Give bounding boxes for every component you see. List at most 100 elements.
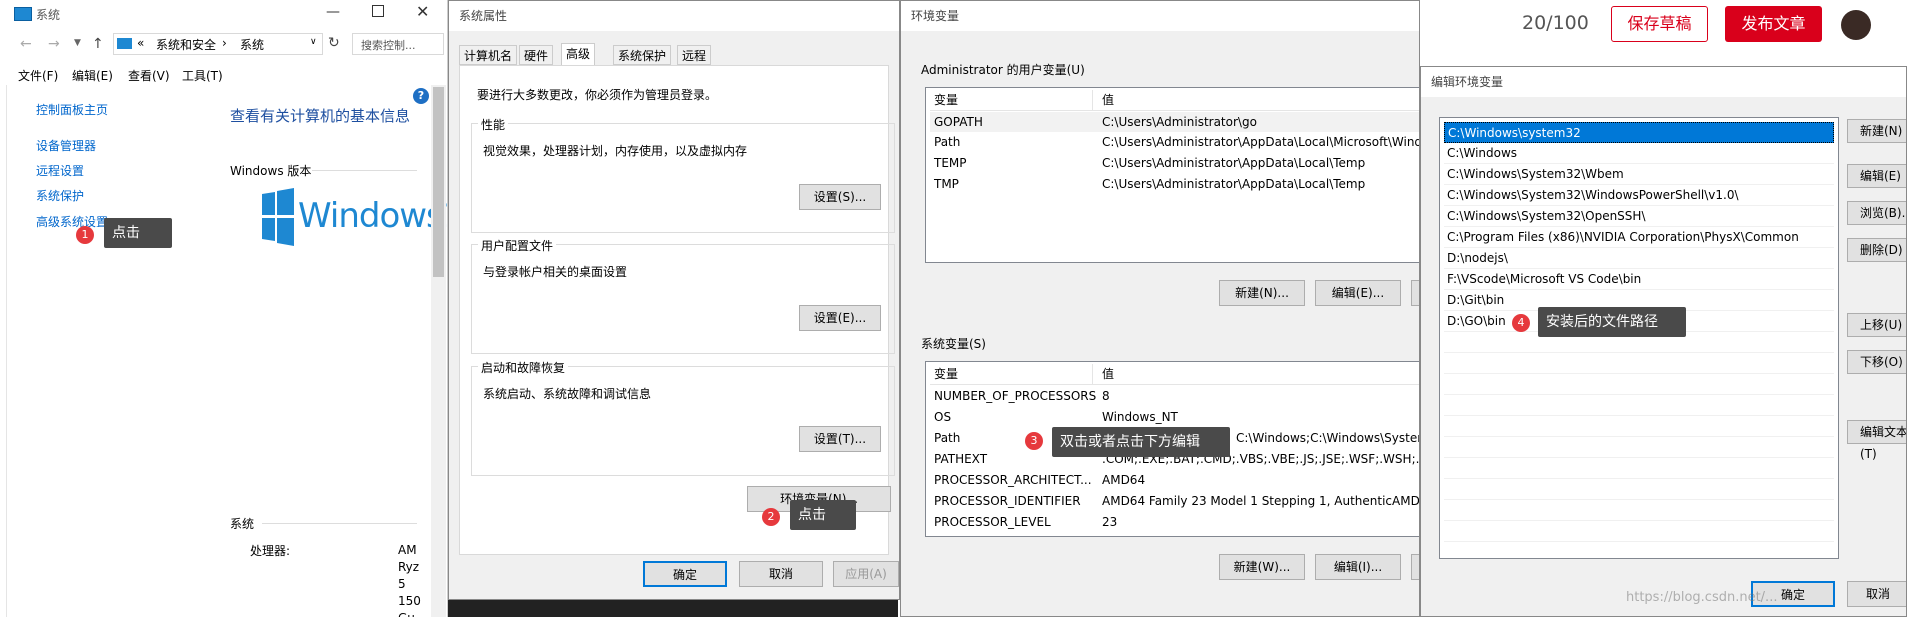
close-button[interactable]: ✕	[416, 2, 429, 21]
list-item-empty[interactable]	[1444, 479, 1834, 500]
maximize-button[interactable]	[372, 5, 384, 17]
word-count: 20/100	[1522, 12, 1589, 34]
minimize-button[interactable]: —	[326, 4, 340, 20]
system-new-button[interactable]: 新建(W)...	[1219, 554, 1305, 580]
table-row[interactable]: GOPATH C:\Users\Administrator\go	[930, 112, 1419, 132]
address-bar[interactable]: « 系统和安全 › 系统 ∨	[113, 33, 323, 55]
new-path-button[interactable]: 新建(N)	[1847, 119, 1906, 143]
performance-settings-button[interactable]: 设置(S)...	[799, 184, 881, 210]
list-item-empty[interactable]	[1444, 353, 1834, 374]
cancel-button[interactable]: 取消	[739, 561, 823, 587]
user-vars-table[interactable]: 变量 值 GOPATH C:\Users\Administrator\go Pa…	[925, 87, 1419, 263]
up-arrow-icon[interactable]: ↑	[92, 36, 104, 52]
tab-advanced[interactable]: 高级	[561, 43, 596, 65]
vertical-scrollbar[interactable]	[431, 85, 446, 617]
table-row[interactable]: Path C:\Users\Administrator\AppData\Loca…	[930, 132, 1419, 152]
tab-computer-name[interactable]: 计算机名	[459, 45, 518, 65]
profile-group	[471, 244, 895, 354]
profile-settings-button[interactable]: 设置(E)...	[799, 305, 881, 331]
refresh-icon[interactable]: ↻	[328, 35, 340, 51]
system-delete-button[interactable]	[1411, 554, 1419, 580]
list-item[interactable]: F:\VScode\Microsoft VS Code\bin	[1444, 269, 1834, 290]
edit-path-button[interactable]: 编辑(E)	[1847, 164, 1906, 188]
col-variable[interactable]: 变量	[934, 364, 958, 384]
performance-label: 性能	[478, 116, 509, 133]
breadcrumb-system[interactable]: 系统	[240, 36, 264, 53]
menu-tools[interactable]: 工具(T)	[182, 67, 223, 84]
system-edit-button[interactable]: 编辑(I)...	[1315, 554, 1401, 580]
sidebar-home[interactable]: 控制面板主页	[36, 101, 108, 118]
tab-hardware[interactable]: 硬件	[519, 45, 554, 65]
list-item[interactable]: C:\Program Files (x86)\NVIDIA Corporatio…	[1444, 227, 1834, 248]
user-edit-button[interactable]: 编辑(E)...	[1315, 280, 1401, 306]
table-header: 变量 值	[930, 364, 1419, 385]
edit-text-button[interactable]: 编辑文本(T)	[1847, 420, 1906, 461]
list-item-empty[interactable]	[1444, 437, 1834, 458]
sidebar-item-remote[interactable]: 远程设置	[36, 162, 84, 179]
avatar[interactable]	[1841, 10, 1871, 40]
breadcrumb-overflow[interactable]: «	[137, 36, 144, 50]
col-value[interactable]: 值	[1102, 364, 1114, 384]
scrollbar-thumb[interactable]	[433, 87, 444, 277]
list-item[interactable]: C:\Windows\System32\WindowsPowerShell\v1…	[1444, 185, 1834, 206]
delete-button[interactable]: 删除(D)	[1847, 238, 1906, 262]
move-up-button[interactable]: 上移(U)	[1847, 313, 1906, 337]
search-placeholder: 搜索控制...	[361, 39, 416, 52]
table-row[interactable]: TEMP C:\Users\Administrator\AppData\Loca…	[930, 153, 1419, 173]
annotation-label-2: 点击	[790, 500, 856, 530]
help-icon[interactable]: ?	[413, 88, 429, 104]
list-item[interactable]: C:\Windows	[1444, 143, 1834, 164]
table-row[interactable]: PROCESSOR_IDENTIFIER AMD64 Family 23 Mod…	[930, 491, 1419, 511]
save-draft-button[interactable]: 保存草稿	[1611, 6, 1708, 42]
list-item[interactable]: C:\Windows\System32\OpenSSH\	[1444, 206, 1834, 227]
col-variable[interactable]: 变量	[934, 90, 958, 110]
tab-system-protection[interactable]: 系统保护	[613, 45, 672, 65]
watermark: https://blog.csdn.net/...	[1626, 590, 1778, 605]
list-item[interactable]: D:\nodejs\	[1444, 248, 1834, 269]
menu-view[interactable]: 查看(V)	[128, 67, 170, 84]
breadcrumb-security[interactable]: 系统和安全	[156, 36, 216, 53]
windows-logo-text: Windows10	[298, 196, 447, 236]
menu-edit[interactable]: 编辑(E)	[72, 67, 113, 84]
user-delete-button[interactable]	[1411, 280, 1419, 306]
edition-line	[312, 170, 417, 171]
profile-label: 用户配置文件	[478, 237, 557, 254]
table-row[interactable]: PROCESSOR_LEVEL 23	[930, 512, 1419, 532]
dialog-title: 环境变量	[911, 9, 960, 23]
sidebar-item-device-manager[interactable]: 设备管理器	[36, 137, 96, 154]
list-item-empty[interactable]	[1444, 395, 1834, 416]
user-new-button[interactable]: 新建(N)...	[1219, 280, 1305, 306]
table-row[interactable]: TMP C:\Users\Administrator\AppData\Local…	[930, 174, 1419, 194]
table-row[interactable]: OS Windows_NT	[930, 407, 1419, 427]
table-row[interactable]: PROCESSOR_ARCHITECT... AMD64	[930, 470, 1419, 490]
col-divider	[1092, 364, 1093, 384]
list-item[interactable]: C:\Windows\System32\Wbem	[1444, 164, 1834, 185]
sidebar-item-protection[interactable]: 系统保护	[36, 187, 84, 204]
sidebar-item-advanced[interactable]: 高级系统设置	[36, 213, 108, 230]
publish-button[interactable]: 发布文章	[1725, 6, 1822, 42]
startup-label: 启动和故障恢复	[478, 359, 569, 376]
back-arrow-icon[interactable]: ←	[20, 36, 32, 52]
search-box[interactable]: 搜索控制...	[352, 33, 444, 55]
startup-settings-button[interactable]: 设置(T)...	[799, 426, 881, 452]
list-item-empty[interactable]	[1444, 416, 1834, 437]
menu-file[interactable]: 文件(F)	[18, 67, 58, 84]
chevron-down-icon[interactable]: ∨	[310, 37, 317, 47]
chevron-down-icon[interactable]: ▼	[74, 38, 81, 48]
forward-arrow-icon[interactable]: →	[48, 36, 60, 52]
tab-remote[interactable]: 远程	[677, 45, 712, 65]
move-down-button[interactable]: 下移(O)	[1847, 350, 1906, 374]
table-row[interactable]: NUMBER_OF_PROCESSORS 8	[930, 386, 1419, 406]
list-item-empty[interactable]	[1444, 500, 1834, 521]
list-item-empty[interactable]	[1444, 374, 1834, 395]
ok-button[interactable]: 确定	[643, 561, 727, 587]
divider	[6, 85, 7, 617]
list-item-empty[interactable]	[1444, 458, 1834, 479]
apply-button[interactable]: 应用(A)	[833, 561, 899, 587]
list-item[interactable]: C:\Windows\system32	[1444, 122, 1834, 143]
browse-button[interactable]: 浏览(B)...	[1847, 201, 1906, 225]
list-item-empty[interactable]	[1444, 521, 1834, 542]
path-list[interactable]: C:\Windows\system32 C:\Windows C:\Window…	[1439, 117, 1839, 559]
cancel-button[interactable]: 取消	[1847, 581, 1906, 607]
col-value[interactable]: 值	[1102, 90, 1114, 110]
